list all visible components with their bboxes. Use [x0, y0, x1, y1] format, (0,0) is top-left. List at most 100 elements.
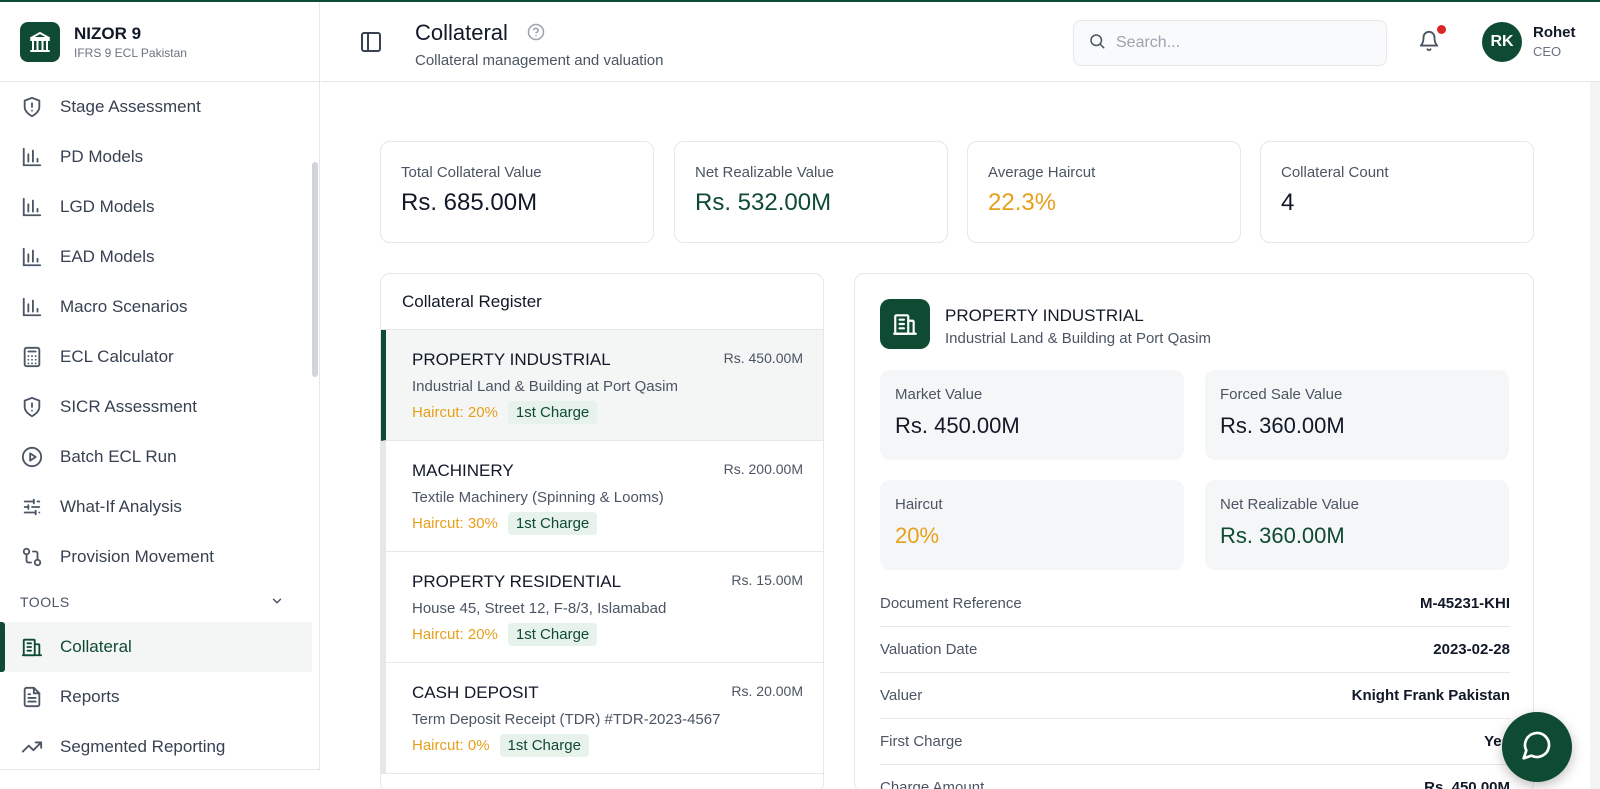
- stat-value: Rs. 532.00M: [695, 189, 832, 216]
- value-amount: Rs. 360.00M: [1220, 523, 1345, 548]
- value-amount: 20%: [895, 523, 940, 548]
- sidebar-item-ecl-calculator[interactable]: ECL Calculator: [0, 332, 312, 382]
- detail-row: Charge Amount Rs. 450.00M: [880, 765, 1510, 789]
- bar-chart-icon: [20, 245, 44, 269]
- sidebar-item-ead-models[interactable]: EAD Models: [0, 232, 312, 282]
- forced-sale-value-box: Forced Sale Value Rs. 360.00M: [1205, 370, 1509, 460]
- bar-chart-icon: [20, 295, 44, 319]
- sidebar-item-pd-models[interactable]: PD Models: [0, 132, 312, 182]
- sidebar-item-macro-scenarios[interactable]: Macro Scenarios: [0, 282, 312, 332]
- value-label: Haircut: [895, 496, 943, 513]
- sidebar-item-segmented-reporting[interactable]: Segmented Reporting: [0, 722, 312, 772]
- section-label: TOOLS: [20, 594, 70, 610]
- bank-logo-icon: [20, 21, 60, 62]
- stat-value: 22.3%: [988, 189, 1057, 216]
- row-value: Rs. 450.00M: [1424, 779, 1510, 789]
- avatar[interactable]: RK: [1482, 22, 1522, 62]
- bar-chart-icon: [20, 195, 44, 219]
- sidebar-item-label: ECL Calculator: [60, 347, 174, 366]
- charge-badge: 1st Charge: [499, 734, 589, 757]
- collateral-amount: Rs. 15.00M: [731, 572, 803, 588]
- sidebar-item-reports[interactable]: Reports: [0, 672, 312, 722]
- brand[interactable]: NIZOR 9 IFRS 9 ECL Pakistan: [0, 2, 319, 82]
- list-item[interactable]: CASH DEPOSIT Rs. 20.00M Term Deposit Rec…: [381, 663, 823, 774]
- collateral-amount: Rs. 200.00M: [723, 461, 803, 477]
- panel-title: Collateral Register: [381, 274, 823, 330]
- message-circle-icon: [1521, 729, 1553, 766]
- sidebar-item-label: PD Models: [60, 147, 144, 166]
- search-icon: [1088, 32, 1106, 55]
- charge-badge: 1st Charge: [507, 512, 598, 535]
- sidebar-item-batch-ecl-run[interactable]: Batch ECL Run: [0, 432, 312, 482]
- user-name[interactable]: Rohet: [1533, 24, 1576, 41]
- charge-badge: 1st Charge: [507, 401, 598, 424]
- detail-subtitle: Industrial Land & Building at Port Qasim: [945, 330, 1211, 347]
- building-icon: [20, 635, 44, 659]
- list-item[interactable]: MACHINERY Rs. 200.00M Textile Machinery …: [381, 441, 823, 552]
- sidebar-scrollbar[interactable]: [312, 162, 318, 377]
- sidebar-toggle-icon[interactable]: [359, 30, 383, 54]
- search-box[interactable]: [1073, 20, 1387, 66]
- stat-card-total-collateral: Total Collateral Value Rs. 685.00M: [380, 141, 654, 243]
- row-label: Charge Amount: [880, 779, 985, 789]
- collateral-detail-panel: PROPERTY INDUSTRIAL Industrial Land & Bu…: [854, 273, 1534, 789]
- git-compare-icon: [20, 545, 44, 569]
- calculator-icon: [20, 345, 44, 369]
- chat-button[interactable]: [1502, 712, 1572, 782]
- sidebar-item-label: EAD Models: [60, 247, 155, 266]
- page-scrollbar[interactable]: [1590, 82, 1600, 789]
- stat-label: Average Haircut: [988, 164, 1096, 181]
- trending-up-icon: [20, 735, 44, 759]
- list-item[interactable]: PROPERTY INDUSTRIAL Rs. 450.00M Industri…: [381, 330, 823, 441]
- collateral-description: Industrial Land & Building at Port Qasim: [412, 378, 678, 395]
- market-value-box: Market Value Rs. 450.00M: [880, 370, 1184, 460]
- stat-label: Total Collateral Value: [401, 164, 542, 181]
- value-amount: Rs. 450.00M: [895, 413, 1020, 438]
- sidebar-item-stage-assessment[interactable]: Stage Assessment: [0, 82, 312, 132]
- sidebar-item-label: Reports: [60, 687, 120, 706]
- stat-value: Rs. 685.00M: [401, 189, 538, 216]
- detail-row: Document Reference M-45231-KHI: [880, 581, 1510, 627]
- bar-chart-icon: [20, 145, 44, 169]
- tools-section-header[interactable]: TOOLS: [0, 582, 312, 622]
- sidebar-item-label: Collateral: [60, 637, 132, 656]
- row-label: Valuer: [880, 687, 923, 704]
- stat-value: 4: [1281, 189, 1295, 216]
- play-circle-icon: [20, 445, 44, 469]
- detail-row: Valuation Date 2023-02-28: [880, 627, 1510, 673]
- row-label: First Charge: [880, 733, 963, 750]
- sidebar-item-label: SICR Assessment: [60, 397, 197, 416]
- haircut-label: Haircut: 30%: [412, 515, 498, 532]
- sidebar-item-sicr-assessment[interactable]: SICR Assessment: [0, 382, 312, 432]
- stat-card-average-haircut: Average Haircut 22.3%: [967, 141, 1241, 243]
- row-value: 2023-02-28: [1433, 641, 1510, 658]
- sidebar-item-lgd-models[interactable]: LGD Models: [0, 182, 312, 232]
- charge-badge: 1st Charge: [507, 623, 598, 646]
- haircut-label: Haircut: 20%: [412, 404, 498, 421]
- collateral-amount: Rs. 20.00M: [731, 683, 803, 699]
- sidebar-item-label: Segmented Reporting: [60, 737, 226, 756]
- sidebar-footer: [0, 769, 320, 789]
- search-input[interactable]: [1116, 34, 1356, 52]
- detail-row: Valuer Knight Frank Pakistan: [880, 673, 1510, 719]
- collateral-description: House 45, Street 12, F-8/3, Islamabad: [412, 600, 667, 617]
- top-header: Collateral Collateral management and val…: [321, 2, 1600, 82]
- brand-subtitle: IFRS 9 ECL Pakistan: [74, 45, 187, 60]
- sidebar-item-label: LGD Models: [60, 197, 155, 216]
- sidebar-item-provision-movement[interactable]: Provision Movement: [0, 532, 312, 582]
- notification-dot: [1437, 25, 1446, 34]
- shield-icon: [20, 395, 44, 419]
- value-amount: Rs. 360.00M: [1220, 413, 1345, 438]
- collateral-description: Textile Machinery (Spinning & Looms): [412, 489, 664, 506]
- sidebar-item-what-if-analysis[interactable]: What-If Analysis: [0, 482, 312, 532]
- help-circle-icon[interactable]: [527, 23, 545, 46]
- value-label: Net Realizable Value: [1220, 496, 1359, 513]
- net-realizable-value-box: Net Realizable Value Rs. 360.00M: [1205, 480, 1509, 570]
- page-title: Collateral: [415, 20, 508, 45]
- row-label: Valuation Date: [880, 641, 978, 658]
- sidebar-nav: Stage Assessment PD Models LGD Models EA…: [0, 82, 312, 772]
- sidebar-item-label: Provision Movement: [60, 547, 215, 566]
- stat-card-collateral-count: Collateral Count 4: [1260, 141, 1534, 243]
- sidebar-item-collateral[interactable]: Collateral: [0, 622, 312, 672]
- list-item[interactable]: PROPERTY RESIDENTIAL Rs. 15.00M House 45…: [381, 552, 823, 663]
